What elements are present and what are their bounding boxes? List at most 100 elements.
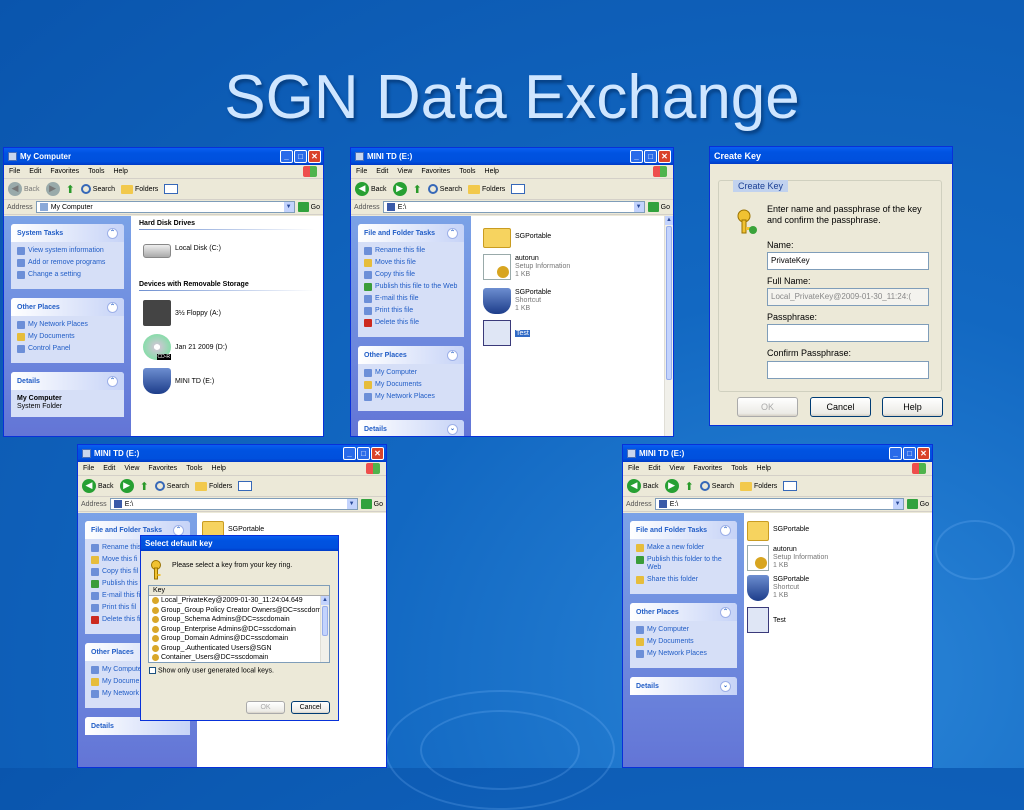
- task-new-folder[interactable]: Make a new folder: [636, 544, 731, 552]
- views-icon[interactable]: [511, 184, 526, 194]
- scroll-thumb[interactable]: [666, 226, 672, 380]
- folders-button[interactable]: Folders: [120, 184, 158, 194]
- task-publish[interactable]: Publish this file to the Web: [364, 283, 458, 291]
- task-publish-folder[interactable]: Publish this folder to the Web: [636, 556, 731, 572]
- scroll-up-icon[interactable]: ▲: [665, 216, 673, 225]
- menu-file[interactable]: File: [628, 465, 639, 472]
- file-item[interactable]: SGPortable Shortcut 1 KB: [747, 575, 809, 601]
- cancel-button[interactable]: Cancel: [810, 397, 871, 417]
- drive-c[interactable]: Local Disk (C:): [143, 238, 221, 258]
- menu-edit[interactable]: Edit: [376, 168, 388, 175]
- key-row[interactable]: Group_Domain Admins@DC=sscdomain: [149, 634, 329, 644]
- search-button[interactable]: Search: [80, 184, 115, 194]
- menu-tools[interactable]: Tools: [459, 168, 475, 175]
- place-documents[interactable]: My Documents: [17, 333, 118, 341]
- task-print[interactable]: Print this file: [364, 307, 458, 315]
- file-tasks-header[interactable]: File and Folder Tasks ⌃: [358, 224, 464, 242]
- minimize-button[interactable]: _: [630, 150, 643, 163]
- back-button[interactable]: ◀ Back: [82, 479, 114, 493]
- menu-edit[interactable]: Edit: [648, 465, 660, 472]
- key-row[interactable]: Group_Enterprise Admins@DC=sscdomain: [149, 625, 329, 635]
- menu-help[interactable]: Help: [757, 465, 771, 472]
- key-row[interactable]: Group_Group Policy Creator Owners@DC=ssc…: [149, 606, 329, 616]
- task-share-folder[interactable]: Share this folder: [636, 576, 731, 584]
- chevron-down-icon[interactable]: ▼: [892, 499, 903, 509]
- close-button[interactable]: ✕: [371, 447, 384, 460]
- up-folder-icon[interactable]: ⬆: [66, 183, 75, 196]
- place-my-computer[interactable]: My Computer: [364, 369, 458, 377]
- file-item-selected[interactable]: Test: [483, 320, 530, 346]
- expand-icon[interactable]: ⌄: [447, 423, 458, 435]
- menu-edit[interactable]: Edit: [29, 168, 41, 175]
- scroll-up-icon[interactable]: ▲: [321, 596, 329, 605]
- other-places-header[interactable]: Other Places⌃: [358, 346, 464, 364]
- menu-edit[interactable]: Edit: [103, 465, 115, 472]
- close-button[interactable]: ✕: [308, 150, 321, 163]
- go-button[interactable]: Go: [647, 202, 670, 212]
- key-row[interactable]: Group_.Authenticated Users@SGN: [149, 644, 329, 654]
- chevron-down-icon[interactable]: ▼: [633, 202, 644, 212]
- task-rename[interactable]: Rename this file: [364, 247, 458, 255]
- place-control-panel[interactable]: Control Panel: [17, 345, 118, 353]
- minimize-button[interactable]: _: [889, 447, 902, 460]
- key-list[interactable]: Key Local_PrivateKey@2009-01-30_11:24:04…: [148, 585, 330, 663]
- place-network[interactable]: My Network Places: [17, 321, 118, 329]
- close-button[interactable]: ✕: [658, 150, 671, 163]
- scrollbar[interactable]: ▲: [664, 216, 673, 436]
- collapse-icon[interactable]: ⌃: [173, 524, 184, 536]
- folders-button[interactable]: Folders: [739, 481, 777, 491]
- up-folder-icon[interactable]: ⬆: [140, 480, 149, 493]
- help-button[interactable]: Help: [882, 397, 943, 417]
- file-item[interactable]: autorun Setup Information 1 KB: [483, 254, 570, 280]
- task-change-setting[interactable]: Change a setting: [17, 271, 118, 279]
- task-add-remove-programs[interactable]: Add or remove programs: [17, 259, 118, 267]
- menu-favorites[interactable]: Favorites: [148, 465, 177, 472]
- collapse-icon[interactable]: ⌃: [447, 227, 458, 239]
- file-item[interactable]: SGPortable: [483, 224, 551, 248]
- search-button[interactable]: Search: [427, 184, 462, 194]
- system-tasks-header[interactable]: System Tasks ⌃: [11, 224, 124, 242]
- forward-button[interactable]: ▶: [119, 479, 134, 493]
- views-icon[interactable]: [164, 184, 179, 194]
- place-network[interactable]: My Network Places: [636, 650, 731, 658]
- address-input[interactable]: E:\ ▼: [109, 498, 358, 510]
- maximize-button[interactable]: □: [294, 150, 307, 163]
- drive-a[interactable]: 3½ Floppy (A:): [143, 300, 221, 326]
- task-view-system-info[interactable]: View system information: [17, 247, 118, 255]
- local-keys-checkbox[interactable]: Show only user generated local keys.: [149, 667, 274, 674]
- collapse-icon[interactable]: ⌃: [107, 375, 118, 387]
- menu-view[interactable]: View: [669, 465, 684, 472]
- menu-help[interactable]: Help: [212, 465, 226, 472]
- go-button[interactable]: Go: [906, 499, 929, 509]
- up-folder-icon[interactable]: ⬆: [413, 183, 422, 196]
- cancel-button[interactable]: Cancel: [291, 701, 330, 714]
- forward-button[interactable]: ▶: [392, 182, 407, 196]
- file-tasks-header[interactable]: File and Folder Tasks ⌃: [630, 521, 737, 539]
- task-copy[interactable]: Copy this file: [364, 271, 458, 279]
- address-input[interactable]: My Computer ▼: [35, 201, 295, 213]
- forward-button[interactable]: ▶: [45, 182, 60, 196]
- task-email[interactable]: E-mail this file: [364, 295, 458, 303]
- folders-button[interactable]: Folders: [194, 481, 232, 491]
- other-places-header[interactable]: Other Places⌃: [11, 298, 124, 316]
- key-column-header[interactable]: Key: [149, 586, 329, 596]
- file-item[interactable]: autorun Setup Information 1 KB: [747, 545, 828, 571]
- file-item[interactable]: Test: [747, 607, 786, 633]
- up-folder-icon[interactable]: ⬆: [685, 480, 694, 493]
- title-bar[interactable]: Create Key: [710, 147, 952, 164]
- task-move[interactable]: Move this file: [364, 259, 458, 267]
- details-header[interactable]: Details ⌄: [358, 420, 464, 436]
- menu-favorites[interactable]: Favorites: [421, 168, 450, 175]
- address-input[interactable]: E:\ ▼: [382, 201, 645, 213]
- menu-view[interactable]: View: [124, 465, 139, 472]
- title-bar[interactable]: My Computer _ □ ✕: [4, 148, 323, 165]
- place-documents[interactable]: My Documents: [364, 381, 458, 389]
- collapse-icon[interactable]: ⌃: [720, 606, 731, 618]
- menu-help[interactable]: Help: [485, 168, 499, 175]
- key-row[interactable]: Group_Schema Admins@DC=sscdomain: [149, 615, 329, 625]
- checkbox-box[interactable]: [149, 667, 156, 674]
- menu-file[interactable]: File: [356, 168, 367, 175]
- maximize-button[interactable]: □: [644, 150, 657, 163]
- views-icon[interactable]: [783, 481, 798, 491]
- search-button[interactable]: Search: [154, 481, 189, 491]
